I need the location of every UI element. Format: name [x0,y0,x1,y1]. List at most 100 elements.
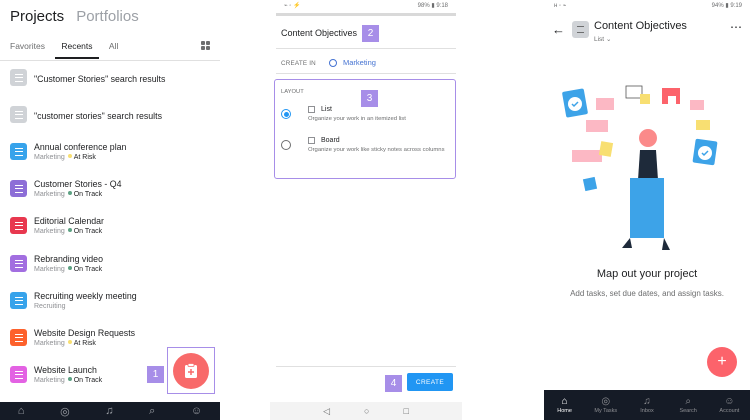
status-right: 98% ▮ 9:18 [417,3,448,9]
project-row[interactable]: Rebranding video Marketing On Track [10,252,214,282]
tab-recents[interactable]: Recents [55,41,99,59]
status-label: On Track [73,228,103,235]
layout-label: LAYOUT [281,89,304,95]
nav-label: Search [679,408,697,414]
view-selector[interactable]: List ⌄ [594,35,611,43]
team-selector[interactable]: Marketing [329,58,376,68]
nav-home[interactable]: ⌂ Home [545,390,585,420]
tab-favorites[interactable]: Favorites [10,41,45,51]
chevron-down-icon: ⌄ [605,36,612,43]
status-label: On Track [73,191,103,198]
project-title: Rebranding video [34,254,103,264]
search-icon[interactable]: ⌕ [149,405,155,418]
add-task-button[interactable]: + [707,347,737,377]
account-icon[interactable]: ☺ [191,405,202,417]
add-project-button[interactable] [173,353,209,389]
nav-label: My Tasks [594,408,618,414]
option-desc: Organize your work like sticky notes acr… [308,147,445,153]
view-label: List [594,36,605,43]
divider [276,73,456,74]
illustration [562,85,718,250]
project-icon [572,21,589,38]
project-title: Customer Stories - Q4 [34,179,122,189]
project-title: Content Objectives [594,20,687,32]
check-icon[interactable]: ◎ [60,405,70,418]
page-header: Projects Portfolios [10,8,139,25]
divider [276,48,456,49]
status-dot [67,266,72,270]
check-icon: ◎ [601,396,611,407]
grid-view-icon[interactable] [201,41,210,50]
bottom-nav: ⌂ Home ◎ My Tasks ♫ Inbox ⌕ Search ☺ Account [544,390,750,420]
home-circle-icon[interactable]: ○ [364,406,369,416]
project-title: Website Launch [34,365,97,375]
project-list-icon [10,255,27,272]
home-icon[interactable]: ⌂ [18,405,25,417]
status-left: ⌁ ◦ ⚡ [284,3,301,9]
nav-account[interactable]: ☺ Account [709,390,749,420]
clipboard-plus-icon [185,363,197,378]
create-in-label: CREATE IN [281,60,316,67]
create-button[interactable]: CREATE [407,373,453,391]
project-title: Annual conference plan [34,142,127,152]
filter-tabs: Favorites Recents All [10,41,212,59]
empty-heading: Map out your project [596,268,698,280]
projects-panel: Projects Portfolios Favorites Recents All… [0,0,220,420]
project-row[interactable]: Customer Stories - Q4 Marketing On Track [10,177,214,207]
project-title: "Customer Stories" search results [34,74,166,84]
team-name: Marketing [34,266,65,273]
screen: Projects Portfolios Favorites Recents All… [0,0,750,420]
project-meta: Marketing At Risk [34,154,96,161]
step-badge-3: 3 [361,90,378,107]
back-arrow-icon[interactable]: ← [552,22,565,37]
project-row[interactable]: Annual conference plan Marketing At Risk [10,140,214,170]
project-list-icon [10,143,27,160]
project-row[interactable]: "Customer Stories" search results [10,66,214,96]
tab-projects[interactable]: Projects [10,8,64,25]
nav-search[interactable]: ⌕ Search [668,390,708,420]
bell-icon: ♫ [643,396,651,407]
project-meta: Marketing On Track [34,228,102,235]
status-right: 94% ▮ 9:19 [711,3,742,9]
project-meta: Marketing At Risk [34,340,96,347]
status-label: On Track [73,377,103,384]
radio-board[interactable] [281,140,291,150]
project-title: Website Design Requests [34,328,136,338]
project-row[interactable]: "customer stories" search results [10,103,214,133]
status-label: On Track [73,266,103,273]
project-row[interactable]: Editorial Calendar Marketing On Track [10,214,214,244]
bell-icon[interactable]: ♫ [105,405,113,417]
step-badge-1: 1 [147,366,164,383]
project-title: "customer stories" search results [34,111,162,121]
team-name: Marketing [34,228,65,235]
team-name: Recruiting [34,303,66,310]
more-icon[interactable]: ⋯ [730,20,742,34]
tab-all[interactable]: All [109,41,118,51]
project-list-icon [10,329,27,346]
empty-description: Add tasks, set due dates, and assign tas… [570,289,724,298]
status-dot [67,154,72,158]
status-dot [67,340,72,344]
list-icon [308,106,315,113]
project-meta: Recruiting [34,303,66,310]
bottom-nav: ⌂ ◎ ♫ ⌕ ☺ [0,402,220,420]
android-nav: ◁ ○ □ [270,402,462,420]
back-icon[interactable]: ◁ [323,406,330,417]
recents-icon[interactable]: □ [403,406,408,416]
team-icon [329,59,337,68]
home-icon: ⌂ [561,396,568,407]
radio-list[interactable] [281,109,291,119]
status-bar: ⌁ ◦ ⚡ 98% ▮ 9:18 [270,0,462,14]
plus-icon: + [717,353,727,370]
status-dot [67,377,72,381]
option-name: Board [321,137,340,144]
project-title: Recruiting weekly meeting [34,291,137,301]
nav-my-tasks[interactable]: ◎ My Tasks [586,390,626,420]
project-row[interactable]: Recruiting weekly meeting Recruiting [10,289,214,319]
tab-portfolios[interactable]: Portfolios [76,8,139,25]
project-name-field[interactable]: Content Objectives [281,28,357,38]
nav-label: Inbox [640,408,654,414]
nav-inbox[interactable]: ♫ Inbox [627,390,667,420]
project-list-icon [10,180,27,197]
option-name: List [321,106,332,113]
